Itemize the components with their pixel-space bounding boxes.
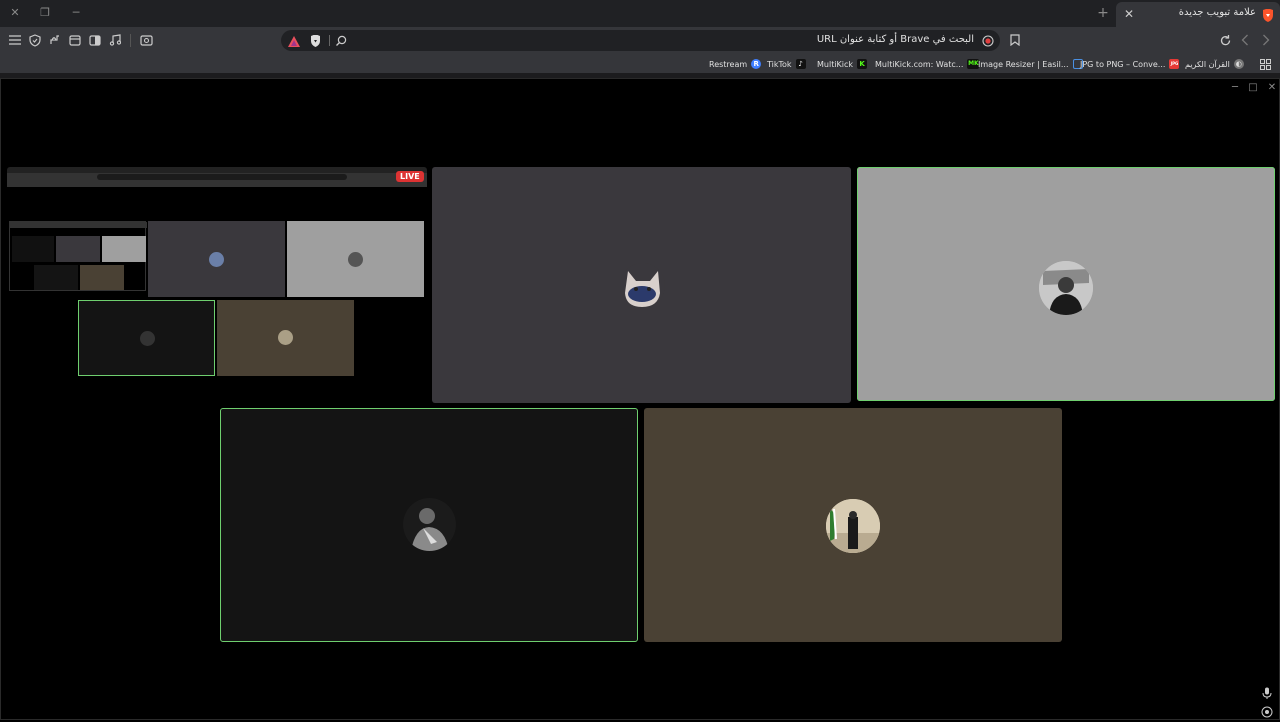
browser-toolbar: البحث في Brave أو كتابة عنوان URL [0,27,1280,54]
reload-icon[interactable] [1217,32,1233,48]
bookmark-restream[interactable]: Restream R [709,57,762,71]
screen-share-tile[interactable]: LIVE [7,167,427,403]
music-icon[interactable] [107,32,123,48]
bookmark-multikick-watch[interactable]: MultiKick.com: Watc... MK [875,57,980,71]
bookmark-jpg-to-png[interactable]: JPG to PNG – Conve... JPG [1080,57,1180,71]
mini-participant-2 [287,221,424,297]
address-bar[interactable]: البحث في Brave أو كتابة عنوان URL [281,30,1000,51]
close-window-button[interactable]: ✕ [8,6,22,20]
bookmarks-bar: Restream R TikTok ♪ MultiKick K MultiKic… [0,54,1280,73]
tabs-icon[interactable] [67,32,83,48]
mini-participant-4 [217,300,354,376]
bookmark-label: Restream [709,59,748,69]
url-separator [329,35,330,46]
participant-tile-3[interactable] [220,408,638,642]
brave-shield-icon[interactable] [307,33,323,49]
mini-participant-1 [148,221,285,297]
participant-avatar-2 [1039,261,1093,315]
participant-tile-2[interactable] [857,167,1275,401]
nested-screen-share [9,221,147,291]
tiktok-icon: ♪ [795,59,806,69]
microphone-icon[interactable] [1261,684,1273,699]
url-placeholder: البحث في Brave أو كتابة عنوان URL [816,34,974,45]
jpg-png-icon: JPG [1169,59,1180,69]
mini-participant-3 [78,300,215,376]
bookmark-icon[interactable] [1007,32,1023,48]
participant-tile-1[interactable] [432,167,851,403]
sidebar-icon[interactable] [87,32,103,48]
tab-close-button[interactable]: ✕ [1122,7,1136,21]
minimize-view-icon[interactable]: ─ [1229,82,1241,94]
title-bar: ✕ ❐ ─ + ✕ علامة تبويب جديدة [0,0,1280,27]
bookmark-tiktok[interactable]: TikTok ♪ [767,57,806,71]
new-tab-button[interactable]: + [1096,5,1110,21]
maximize-view-icon[interactable]: □ [1247,82,1259,94]
record-icon[interactable] [980,33,996,49]
bookmark-image-resizer[interactable]: Image Resizer | Easil... [978,57,1083,71]
search-icon [333,33,349,49]
back-icon[interactable] [1237,32,1253,48]
menu-icon[interactable] [7,32,23,48]
globe-icon: ◐ [1233,59,1244,69]
bookmark-label: MultiKick.com: Watc... [875,59,964,69]
restore-window-button[interactable]: ❐ [38,6,52,20]
screenshot-icon[interactable] [138,32,154,48]
live-badge: LIVE [396,171,424,182]
brave-rewards-icon[interactable] [286,33,302,49]
tab-title: علامة تبويب جديدة [1178,7,1256,18]
brave-lion-icon [1262,7,1274,22]
bookmark-quran[interactable]: القرآن الكريم ◐ [1185,57,1244,71]
extensions-icon[interactable] [47,32,63,48]
restream-icon: R [751,59,762,69]
bookmark-label: JPG to PNG – Conve... [1080,59,1166,69]
toolbar-separator [130,34,131,47]
shield-icon[interactable] [27,32,43,48]
meeting-stage: ─ □ ✕ LIVE [0,78,1280,720]
target-icon[interactable] [1261,703,1273,718]
participant-avatar-4 [826,499,880,553]
active-tab[interactable]: ✕ علامة تبويب جديدة [1116,2,1280,27]
minimize-window-button[interactable]: ─ [69,6,83,20]
bookmark-multikick[interactable]: MultiKick K [817,57,868,71]
participant-tile-4[interactable] [644,408,1062,642]
participant-avatar-3 [403,498,456,551]
forward-icon[interactable] [1258,32,1274,48]
bookmark-label: Image Resizer | Easil... [978,59,1069,69]
apps-grid-icon[interactable] [1260,57,1271,71]
bookmark-label: TikTok [767,59,792,69]
bookmark-label: القرآن الكريم [1185,59,1230,69]
participant-avatar-1 [620,263,665,308]
multikick-icon: K [857,59,868,69]
close-view-icon[interactable]: ✕ [1266,82,1278,94]
mini-urlbar [97,174,347,180]
mini-bookmarks [7,181,427,187]
bookmark-label: MultiKick [817,59,854,69]
